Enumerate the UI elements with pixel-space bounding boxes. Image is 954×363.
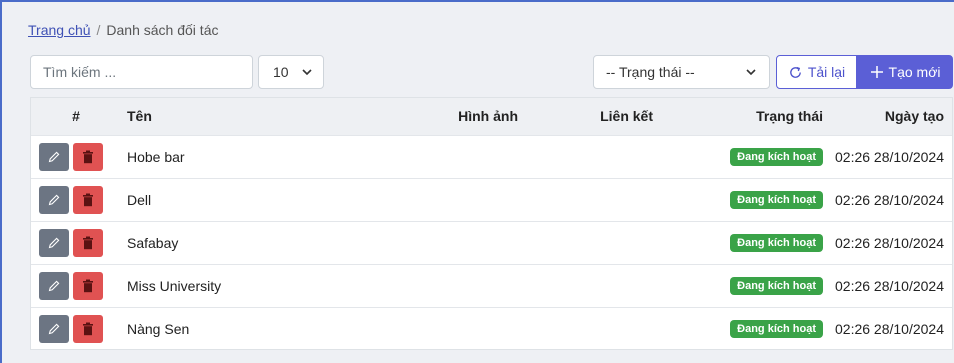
status-badge: Đang kích hoạt	[730, 277, 823, 295]
row-created: 02:26 28/10/2024	[835, 277, 944, 294]
create-label: Tạo mới	[888, 64, 941, 80]
status-filter-select[interactable]: -- Trạng thái --	[593, 55, 770, 89]
delete-button[interactable]	[73, 185, 103, 214]
row-link	[526, 221, 661, 264]
row-created: 02:26 28/10/2024	[835, 148, 944, 165]
table-header-row: # Tên Hình ảnh Liên kết Trạng thái Ngày …	[31, 98, 952, 135]
row-name: Miss University	[127, 277, 222, 294]
status-badge: Đang kích hoạt	[730, 191, 823, 209]
page-size-value: 10	[273, 64, 289, 80]
row-created: 02:26 28/10/2024	[835, 191, 944, 208]
row-name: Nàng Sen	[127, 320, 190, 337]
header-link: Liên kết	[600, 108, 653, 125]
delete-button[interactable]	[73, 271, 103, 300]
row-image	[391, 307, 526, 350]
row-link	[526, 135, 661, 178]
row-link	[526, 307, 661, 350]
edit-button[interactable]	[39, 142, 69, 171]
row-created: 02:26 28/10/2024	[835, 320, 944, 337]
delete-button[interactable]	[73, 228, 103, 257]
breadcrumb-home-link[interactable]: Trang chủ	[28, 22, 91, 38]
toolbar: 10 -- Trạng thái -- Tải lại Tạo mới	[2, 55, 954, 89]
trash-icon	[83, 236, 93, 249]
plus-icon	[870, 66, 883, 78]
edit-button[interactable]	[39, 271, 69, 300]
edit-button[interactable]	[39, 228, 69, 257]
chevron-down-icon	[302, 69, 312, 76]
pencil-icon	[48, 280, 60, 291]
table-row: Hobe bar Đang kích hoạt 02:26 28/10/2024	[31, 135, 952, 178]
page-frame: Trang chủ / Danh sách đối tác 10 -- Trạn…	[0, 0, 954, 363]
pencil-icon	[48, 237, 60, 248]
pencil-icon	[48, 194, 60, 205]
row-image	[391, 178, 526, 221]
create-button[interactable]: Tạo mới	[857, 55, 953, 89]
table-row: Miss University Đang kích hoạt 02:26 28/…	[31, 264, 952, 307]
header-name: Tên	[127, 108, 152, 125]
header-index: #	[72, 108, 80, 125]
status-filter-value: -- Trạng thái --	[606, 64, 695, 80]
row-link	[526, 264, 661, 307]
breadcrumb-current: Danh sách đối tác	[106, 22, 219, 38]
row-name: Hobe bar	[127, 148, 185, 165]
delete-button[interactable]	[73, 142, 103, 171]
row-link	[526, 178, 661, 221]
trash-icon	[83, 150, 93, 163]
table-row: Nàng Sen Đang kích hoạt 02:26 28/10/2024	[31, 307, 952, 350]
row-name: Dell	[127, 191, 152, 208]
table-row: Dell Đang kích hoạt 02:26 28/10/2024	[31, 178, 952, 221]
row-image	[391, 264, 526, 307]
reload-label: Tải lại	[807, 64, 846, 80]
row-image	[391, 221, 526, 264]
breadcrumb-separator: /	[96, 22, 101, 38]
trash-icon	[83, 193, 93, 206]
table-row: Safabay Đang kích hoạt 02:26 28/10/2024	[31, 221, 952, 264]
edit-button[interactable]	[39, 185, 69, 214]
refresh-icon	[789, 66, 801, 78]
status-badge: Đang kích hoạt	[730, 148, 823, 166]
trash-icon	[83, 322, 93, 335]
header-status: Trạng thái	[756, 108, 823, 125]
chevron-down-icon	[746, 69, 756, 76]
pencil-icon	[48, 323, 60, 335]
header-image: Hình ảnh	[458, 108, 518, 125]
row-created: 02:26 28/10/2024	[835, 234, 944, 251]
delete-button[interactable]	[73, 314, 103, 343]
reload-button[interactable]: Tải lại	[776, 55, 857, 89]
edit-button[interactable]	[39, 314, 69, 343]
search-input[interactable]	[30, 55, 253, 89]
pencil-icon	[48, 151, 60, 162]
trash-icon	[83, 279, 93, 292]
partners-table: # Tên Hình ảnh Liên kết Trạng thái Ngày …	[30, 97, 953, 350]
row-name: Safabay	[127, 234, 179, 251]
breadcrumb: Trang chủ / Danh sách đối tác	[28, 22, 218, 38]
status-badge: Đang kích hoạt	[730, 234, 823, 252]
header-created: Ngày tạo	[884, 108, 944, 125]
page-size-select[interactable]: 10	[258, 55, 324, 89]
status-badge: Đang kích hoạt	[730, 320, 823, 339]
row-image	[391, 135, 526, 178]
